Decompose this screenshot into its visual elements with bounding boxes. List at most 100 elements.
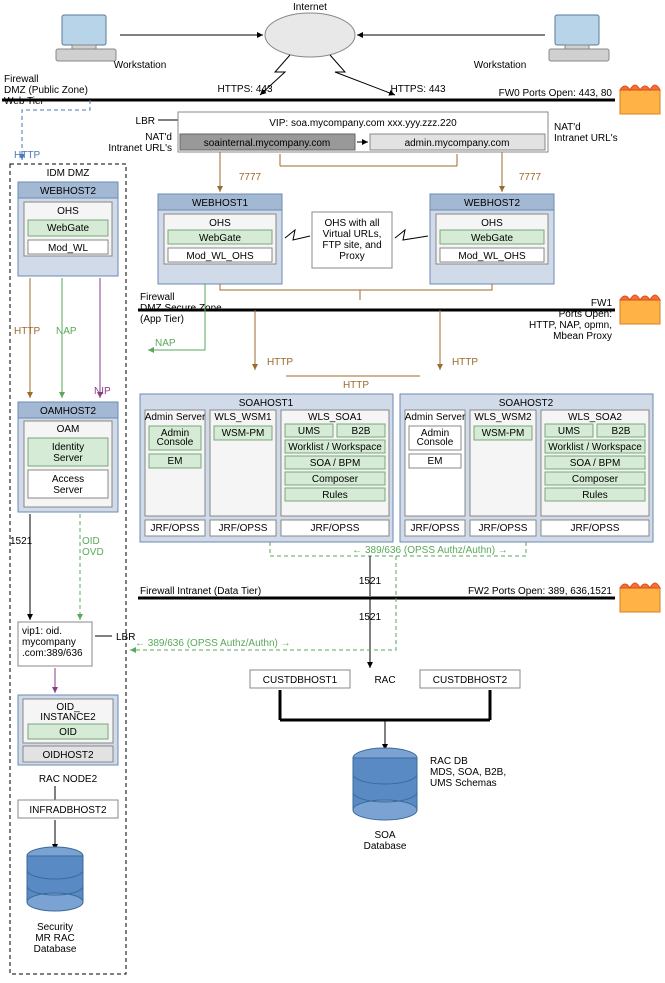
architecture-diagram: Internet Workstation Workstation HTTPS: … bbox=[0, 0, 665, 983]
opss-label: ← 389/636 (OPSS Authz/Authn) → bbox=[352, 545, 508, 556]
soa-db-icon bbox=[353, 748, 417, 820]
oid-instance2-box: OID_INSTANCE2 OID OIDHOST2 bbox=[18, 695, 118, 765]
soahost1-jrf3: JRF/OPSS bbox=[311, 523, 360, 534]
zigzag-l bbox=[285, 230, 310, 240]
soahost1-wsm: WLS_WSM1 bbox=[214, 412, 272, 423]
vip-line: VIP: soa.mycompany.com xxx.yyy.zzz.220 bbox=[269, 118, 457, 129]
port-7777-b: 7777 bbox=[519, 172, 542, 183]
oamhost2-title: OAMHOST2 bbox=[40, 406, 97, 417]
soahost1-ac: AdminConsole bbox=[157, 428, 194, 448]
soahost2-box: SOAHOST2 Admin Server AdminConsole EM JR… bbox=[400, 394, 653, 542]
security-db-label: SecurityMR RACDatabase bbox=[34, 922, 77, 955]
custdbhost2-label: CUSTDBHOST2 bbox=[433, 675, 508, 686]
webhost1-box: WEBHOST1 OHS WebGate Mod_WL_OHS bbox=[158, 194, 282, 284]
firewall-2-icon bbox=[620, 583, 660, 612]
webhost2-idm-title: WEBHOST2 bbox=[40, 186, 97, 197]
firewall-0-icon bbox=[620, 85, 660, 114]
fw1-right-label: FW1Ports Open:HTTP, NAP, opmn,Mbean Prox… bbox=[529, 298, 612, 342]
soahost2-wl: Worklist / Workspace bbox=[548, 442, 642, 453]
oamhost2-id: IdentityServer bbox=[52, 442, 84, 464]
soa-db-label: SOADatabase bbox=[364, 830, 407, 852]
nap-left-label: NAP bbox=[56, 326, 77, 337]
webhost2-gate: WebGate bbox=[471, 233, 513, 244]
p1521-mid-label: 1521 bbox=[359, 576, 382, 587]
soahost1-comp: Composer bbox=[312, 474, 359, 485]
workstation-right-icon bbox=[549, 15, 609, 61]
webhost1-mod: Mod_WL_OHS bbox=[186, 251, 254, 262]
webhost-conn bbox=[220, 284, 492, 300]
webhost2-ohs: OHS bbox=[481, 218, 503, 229]
workstation-right-label: Workstation bbox=[474, 60, 527, 71]
soahost2-rules: Rules bbox=[582, 490, 608, 501]
p1521-left-label: 1521 bbox=[10, 536, 33, 547]
idm-dmz-label: IDM DMZ bbox=[47, 168, 90, 179]
soahost1-box: SOAHOST1 Admin Server AdminConsole EM JR… bbox=[140, 394, 393, 542]
soahost2-ac: AdminConsole bbox=[417, 428, 454, 448]
vip-right-text: admin.mycompany.com bbox=[405, 138, 510, 149]
webhost2-mod: Mod_WL_OHS bbox=[458, 251, 526, 262]
https-label-r: HTTPS: 443 bbox=[390, 84, 445, 95]
fw0-left-label: FirewallDMZ (Public Zone)Web Tier bbox=[4, 74, 88, 107]
infradbhost2-label: INFRADBHOST2 bbox=[29, 805, 107, 816]
soahost1-em: EM bbox=[168, 456, 183, 467]
fw2-left-label: Firewall Intranet (Data Tier) bbox=[140, 586, 261, 597]
soahost2-b2b: B2B bbox=[612, 426, 631, 437]
lbr2-label: LBR bbox=[116, 632, 135, 643]
port-7777-a: 7777 bbox=[239, 172, 262, 183]
soahost1-wl: Worklist / Workspace bbox=[288, 442, 382, 453]
webhost2-idm-box: WEBHOST2 OHS WebGate Mod_WL bbox=[18, 182, 118, 276]
webhost1-title: WEBHOST1 bbox=[192, 198, 249, 209]
oamhost2-acc: AccessServer bbox=[52, 474, 84, 496]
nip-label: NIP bbox=[94, 386, 111, 397]
soahost1-jrf2: JRF/OPSS bbox=[219, 523, 268, 534]
security-db-icon bbox=[27, 847, 83, 911]
soahost1-ums: UMS bbox=[298, 426, 321, 437]
nap-label: NAP bbox=[155, 338, 176, 349]
soahost1-soa: WLS_SOA1 bbox=[308, 412, 362, 423]
oamhost2-oam: OAM bbox=[57, 424, 80, 435]
rac-db-label: RAC DBMDS, SOA, B2B,UMS Schemas bbox=[430, 756, 506, 789]
p1521-down-label: 1521 bbox=[359, 612, 382, 623]
soahost1-rules: Rules bbox=[322, 490, 348, 501]
webhost2-idm-gate: WebGate bbox=[47, 223, 89, 234]
soahost2-jrf3: JRF/OPSS bbox=[571, 523, 620, 534]
webhost2-idm-ohs: OHS bbox=[57, 206, 79, 217]
http-mid: HTTP bbox=[343, 380, 369, 391]
webhost2-box: WEBHOST2 OHS WebGate Mod_WL_OHS bbox=[430, 194, 554, 284]
webhost2-title: WEBHOST2 bbox=[464, 198, 521, 209]
soahost2-soa: WLS_SOA2 bbox=[568, 412, 622, 423]
natd-left-label: NAT'dIntranet URL's bbox=[108, 132, 172, 154]
fw1-left-label: FirewallDMZ Secure Zone(App Tier) bbox=[140, 292, 222, 325]
rac-label: RAC bbox=[374, 675, 395, 686]
soahost2-wsm: WLS_WSM2 bbox=[474, 412, 532, 423]
workstation-left-label: Workstation bbox=[114, 60, 167, 71]
fw0-right-label: FW0 Ports Open: 443, 80 bbox=[499, 88, 613, 99]
oid-instance2-host: OIDHOST2 bbox=[42, 750, 94, 761]
soahost1-jrf1: JRF/OPSS bbox=[151, 523, 200, 534]
vip-left-text: soainternal.mycompany.com bbox=[204, 138, 331, 149]
soahost1-adminserver: Admin Server bbox=[145, 412, 206, 423]
soahost2-jrf2: JRF/OPSS bbox=[479, 523, 528, 534]
soahost1-soabpm: SOA / BPM bbox=[310, 458, 361, 469]
oidovd-label: OIDOVD bbox=[82, 536, 104, 558]
soahost1-b2b: B2B bbox=[352, 426, 371, 437]
custdbhost1-label: CUSTDBHOST1 bbox=[263, 675, 338, 686]
workstation-left-icon bbox=[56, 15, 116, 61]
oid-instance2-oid: OID bbox=[59, 727, 77, 738]
soahost2-title: SOAHOST2 bbox=[499, 398, 554, 409]
soahost2-wsmpm: WSM-PM bbox=[482, 428, 525, 439]
soahost2-adminserver: Admin Server bbox=[405, 412, 466, 423]
rac-node2-label: RAC NODE2 bbox=[39, 774, 98, 785]
fw2-right-label: FW2 Ports Open: 389, 636,1521 bbox=[468, 586, 612, 597]
natd-right-label: NAT'dIntranet URL's bbox=[554, 122, 618, 144]
webhost1-ohs: OHS bbox=[209, 218, 231, 229]
soahost2-ums: UMS bbox=[558, 426, 581, 437]
lbr-label: LBR bbox=[136, 116, 155, 127]
soahost2-soabpm: SOA / BPM bbox=[570, 458, 621, 469]
zigzag-r bbox=[395, 230, 428, 240]
internet-label: Internet bbox=[293, 2, 327, 13]
soahost2-comp: Composer bbox=[572, 474, 619, 485]
firewall-1-icon bbox=[620, 295, 660, 324]
oamhost2-box: OAMHOST2 OAM IdentityServer AccessServer bbox=[18, 402, 118, 512]
soahost2-jrf1: JRF/OPSS bbox=[411, 523, 460, 534]
